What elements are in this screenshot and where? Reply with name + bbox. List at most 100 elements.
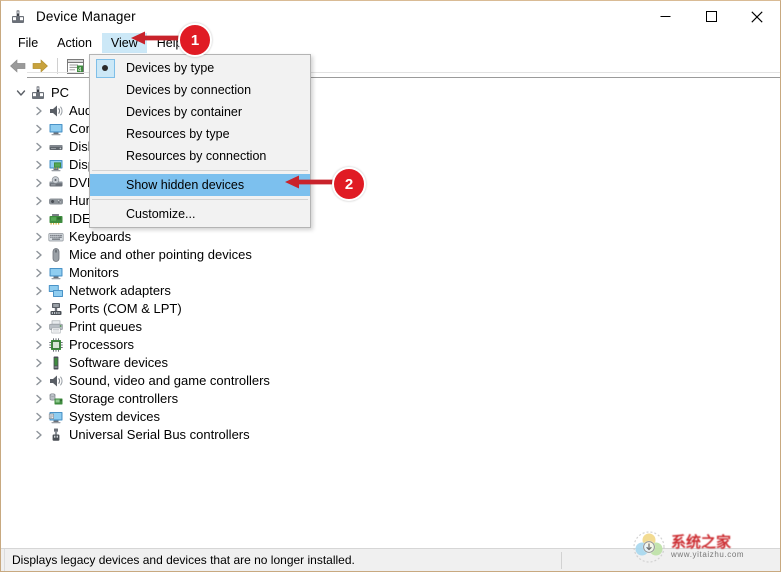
view-show-hidden-devices[interactable]: Show hidden devices	[90, 174, 310, 196]
chevron-right-icon[interactable]	[31, 193, 47, 209]
maximize-button[interactable]	[688, 1, 734, 32]
speaker-icon	[47, 373, 64, 389]
chevron-right-icon[interactable]	[31, 427, 47, 443]
menu-action[interactable]: Action	[48, 33, 101, 53]
device-manager-window: Device Manager File Action View Help 4 P…	[0, 0, 781, 572]
menu-item-label: Resources by type	[126, 127, 230, 141]
display-adapter-icon	[47, 157, 64, 173]
watermark-text: 系统之家 www.yitaizhu.com	[671, 535, 744, 559]
tree-node-keyboards[interactable]: Keyboards	[9, 228, 780, 246]
usb-icon	[47, 427, 64, 443]
chevron-right-icon[interactable]	[31, 247, 47, 263]
minimize-button[interactable]	[642, 1, 688, 32]
forward-arrow-icon	[32, 59, 48, 73]
chevron-right-icon[interactable]	[31, 337, 47, 353]
annotation-badge-1: 1	[178, 23, 212, 57]
close-button[interactable]	[734, 1, 780, 32]
view-devices-by-type[interactable]: Devices by type	[90, 57, 310, 79]
chevron-right-icon[interactable]	[31, 175, 47, 191]
back-arrow-icon	[10, 59, 26, 73]
menu-item-label: Devices by type	[126, 61, 215, 75]
menu-file[interactable]: File	[9, 33, 47, 53]
hid-icon	[47, 193, 64, 209]
properties-button[interactable]: 4	[64, 56, 86, 76]
tree-node-label: Processors	[69, 337, 135, 352]
view-dropdown-menu: Devices by type Devices by connection Devi…	[89, 54, 311, 228]
status-text: Displays legacy devices and devices that…	[12, 553, 355, 567]
view-resources-by-type[interactable]: Resources by type	[90, 123, 310, 145]
caption-buttons	[642, 1, 780, 32]
chevron-right-icon[interactable]	[31, 319, 47, 335]
monitor-icon	[47, 265, 64, 281]
tree-node-label: Universal Serial Bus controllers	[69, 427, 250, 442]
tree-node-storage-controllers[interactable]: Storage controllers	[9, 390, 780, 408]
tree-node-sound-video-game[interactable]: Sound, video and game controllers	[9, 372, 780, 390]
menu-bar: File Action View Help	[1, 32, 780, 54]
tree-node-network-adapters[interactable]: Network adapters	[9, 282, 780, 300]
radio-empty-icon	[94, 204, 116, 224]
chevron-right-icon[interactable]	[31, 391, 47, 407]
tree-node-print-queues[interactable]: Print queues	[9, 318, 780, 336]
menu-separator	[92, 199, 308, 200]
tree-node-label: Ports (COM & LPT)	[69, 301, 182, 316]
watermark: 系统之家 www.yitaizhu.com	[629, 525, 776, 569]
chevron-right-icon[interactable]	[31, 301, 47, 317]
chevron-right-icon[interactable]	[31, 103, 47, 119]
mouse-icon	[47, 247, 64, 263]
tree-node-label: Monitors	[69, 265, 119, 280]
radio-empty-icon	[94, 175, 116, 195]
port-icon	[47, 301, 64, 317]
chevron-right-icon[interactable]	[31, 373, 47, 389]
chevron-right-icon[interactable]	[31, 229, 47, 245]
radio-empty-icon	[94, 124, 116, 144]
tree-node-label: Keyboards	[69, 229, 132, 244]
menu-item-label: Devices by container	[126, 105, 243, 119]
chevron-right-icon[interactable]	[31, 355, 47, 371]
chevron-right-icon[interactable]	[31, 265, 47, 281]
title-bar: Device Manager	[1, 1, 780, 32]
window-title: Device Manager	[36, 9, 136, 24]
chevron-right-icon[interactable]	[31, 121, 47, 137]
radio-empty-icon	[94, 102, 116, 122]
software-device-icon	[47, 355, 64, 371]
chevron-right-icon[interactable]	[31, 139, 47, 155]
view-devices-by-connection[interactable]: Devices by connection	[90, 79, 310, 101]
tree-node-software-devices[interactable]: Software devices	[9, 354, 780, 372]
speaker-icon	[47, 103, 64, 119]
chevron-down-icon[interactable]	[13, 85, 29, 101]
tree-node-label: Mice and other pointing devices	[69, 247, 252, 262]
watermark-logo-icon	[629, 527, 669, 567]
computer-icon	[29, 85, 46, 101]
annotation-badge-2: 2	[332, 167, 366, 201]
ide-icon	[47, 211, 64, 227]
chevron-right-icon[interactable]	[31, 283, 47, 299]
watermark-brand: 系统之家	[671, 533, 732, 551]
chevron-right-icon[interactable]	[31, 409, 47, 425]
annotation-arrow-2	[285, 175, 335, 189]
tree-node-label: Storage controllers	[69, 391, 179, 406]
radio-selected-icon	[94, 58, 116, 78]
chevron-right-icon[interactable]	[31, 157, 47, 173]
tree-node-usb-controllers[interactable]: Universal Serial Bus controllers	[9, 426, 780, 444]
tree-node-mice[interactable]: Mice and other pointing devices	[9, 246, 780, 264]
watermark-url: www.yitaizhu.com	[671, 549, 745, 559]
network-icon	[47, 283, 64, 299]
status-separator	[561, 552, 562, 569]
view-resources-by-connection[interactable]: Resources by connection	[90, 145, 310, 167]
dvd-icon	[47, 175, 64, 191]
monitor-icon	[47, 121, 64, 137]
view-customize[interactable]: Customize...	[90, 203, 310, 225]
tree-node-monitors[interactable]: Monitors	[9, 264, 780, 282]
printer-icon	[47, 319, 64, 335]
forward-button[interactable]	[29, 56, 51, 76]
menu-item-label: Devices by connection	[126, 83, 252, 97]
back-button[interactable]	[7, 56, 29, 76]
tree-node-system-devices[interactable]: System devices	[9, 408, 780, 426]
disk-icon	[47, 139, 64, 155]
chevron-right-icon[interactable]	[31, 211, 47, 227]
menu-item-label: Resources by connection	[126, 149, 267, 163]
tree-node-label: System devices	[69, 409, 161, 424]
view-devices-by-container[interactable]: Devices by container	[90, 101, 310, 123]
tree-node-ports[interactable]: Ports (COM & LPT)	[9, 300, 780, 318]
tree-node-processors[interactable]: Processors	[9, 336, 780, 354]
